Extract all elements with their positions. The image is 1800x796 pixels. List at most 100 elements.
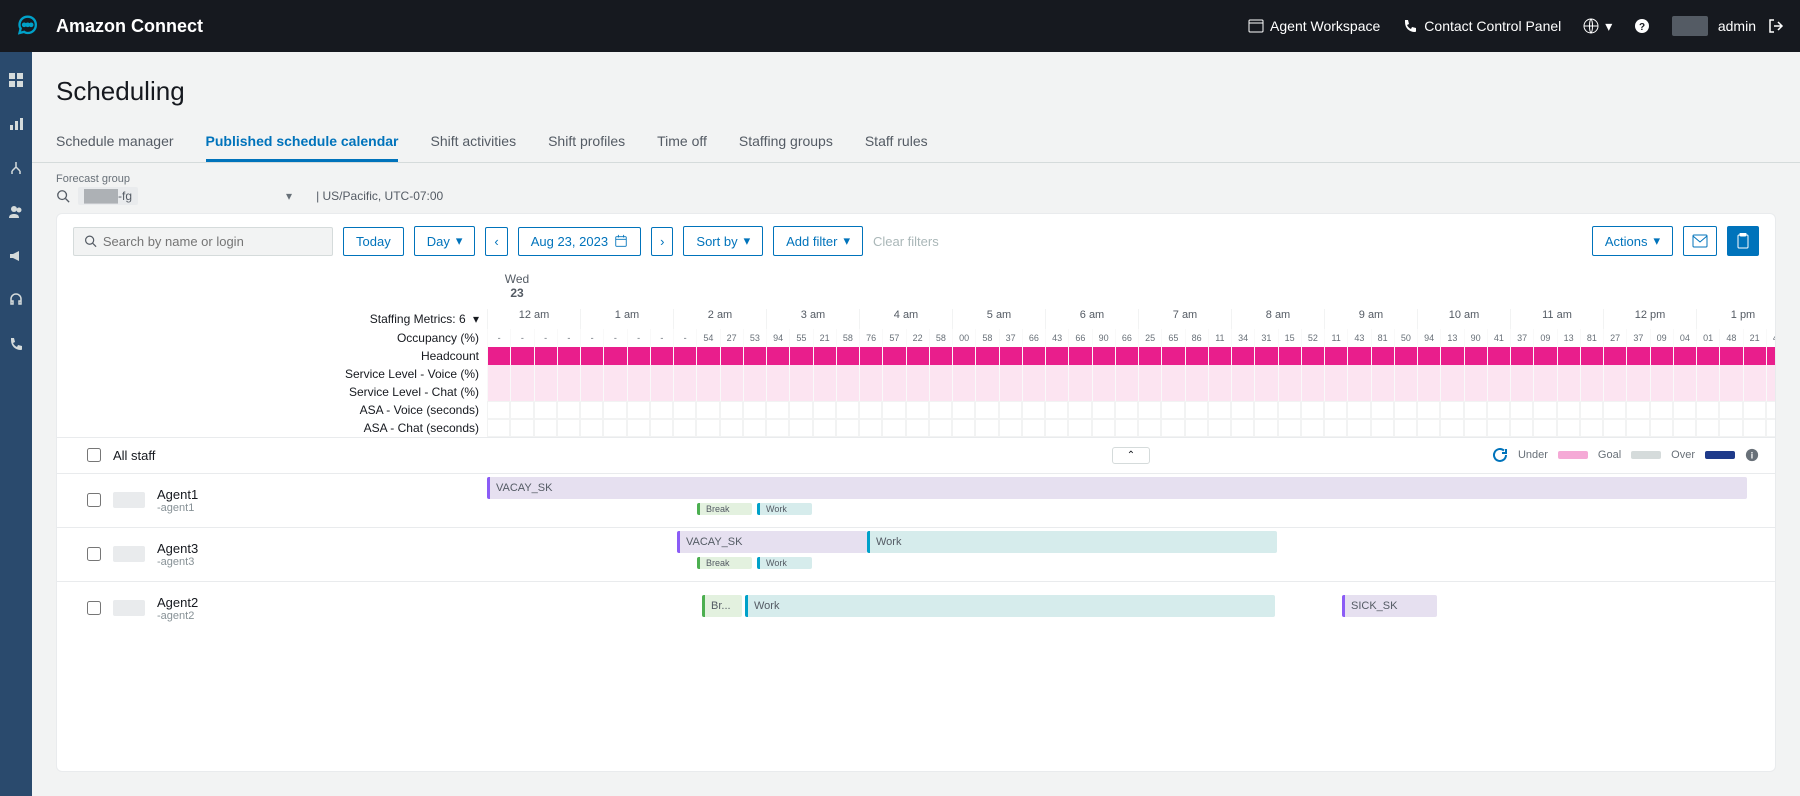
- metric-cell: [1115, 365, 1138, 383]
- routing-icon[interactable]: [8, 160, 24, 176]
- info-icon[interactable]: i: [1745, 448, 1759, 462]
- ccp-label: Contact Control Panel: [1424, 18, 1561, 34]
- analytics-icon[interactable]: [8, 116, 24, 132]
- metric-cell: [1208, 383, 1231, 401]
- agent-timeline: Br...Work SICK_SK: [487, 581, 1775, 635]
- language-selector[interactable]: ▾: [1583, 18, 1612, 35]
- calendar-card: Today Day ▾ ‹ Aug 23, 2023 › Sort by ▾ A…: [56, 213, 1776, 772]
- metric-cell: [1719, 401, 1742, 419]
- mail-button[interactable]: [1683, 226, 1717, 256]
- dashboard-icon[interactable]: [8, 72, 24, 88]
- metric-cell: [1673, 347, 1696, 365]
- metric-cell: [1254, 401, 1277, 419]
- agent-checkbox[interactable]: [87, 601, 101, 615]
- metric-cell: [1347, 383, 1370, 401]
- view-select[interactable]: Day ▾: [414, 226, 476, 256]
- hour-cell: 3 am: [766, 309, 859, 329]
- user-menu[interactable]: admin: [1672, 16, 1784, 36]
- metric-cell: [813, 365, 836, 383]
- tab-shift-activities[interactable]: Shift activities: [430, 123, 516, 162]
- collapse-handle[interactable]: ⌃: [1112, 447, 1150, 464]
- metric-cell: [1371, 383, 1394, 401]
- metric-cell: [1557, 365, 1580, 383]
- metric-cell: [1161, 365, 1184, 383]
- metric-cell: -: [627, 329, 650, 347]
- clear-filters-button[interactable]: Clear filters: [873, 234, 939, 249]
- metric-cell: [1371, 401, 1394, 419]
- tab-shift-profiles[interactable]: Shift profiles: [548, 123, 625, 162]
- today-button[interactable]: Today: [343, 227, 404, 256]
- metric-cell: [1650, 401, 1673, 419]
- metric-cell: [1766, 419, 1775, 437]
- help-link[interactable]: ?: [1634, 18, 1650, 34]
- sort-select[interactable]: Sort by ▾: [683, 226, 763, 256]
- metric-row: ---------5427539455215876572258005837664…: [487, 329, 1775, 347]
- metric-cell: [1650, 365, 1673, 383]
- clipboard-button[interactable]: [1727, 226, 1759, 256]
- date-picker[interactable]: Aug 23, 2023: [518, 227, 641, 256]
- metric-cell: [1719, 383, 1742, 401]
- schedule-bar-work[interactable]: Work: [757, 503, 812, 515]
- metric-cell: [1208, 365, 1231, 383]
- forecast-group-value[interactable]: ████-fg: [78, 187, 138, 205]
- staffing-metrics-toggle[interactable]: Staffing Metrics: 6 ▾: [57, 309, 487, 329]
- logout-icon[interactable]: [1768, 18, 1784, 34]
- schedule-bar-break[interactable]: Break: [697, 503, 752, 515]
- phone-nav-icon[interactable]: [8, 336, 24, 352]
- agent-checkbox[interactable]: [87, 493, 101, 507]
- metric-cell: [557, 347, 580, 365]
- tab-staff-rules[interactable]: Staff rules: [865, 123, 928, 162]
- metric-cell: [720, 383, 743, 401]
- search-icon: [84, 234, 97, 248]
- schedule-bar-work[interactable]: Work: [757, 557, 812, 569]
- all-staff-checkbox[interactable]: [87, 448, 101, 462]
- schedule-bar-vacay[interactable]: VACAY_SK: [487, 477, 1747, 499]
- prev-button[interactable]: ‹: [485, 227, 507, 256]
- users-icon[interactable]: [8, 204, 24, 220]
- tab-staffing-groups[interactable]: Staffing groups: [739, 123, 833, 162]
- metric-cell: [952, 419, 975, 437]
- metric-cell: 94: [1417, 329, 1440, 347]
- metric-cell: [627, 365, 650, 383]
- metric-cell: -: [557, 329, 580, 347]
- metric-cell: 90: [1092, 329, 1115, 347]
- ccp-link[interactable]: Contact Control Panel: [1402, 18, 1561, 34]
- refresh-icon[interactable]: [1492, 447, 1508, 463]
- schedule-bar-break[interactable]: Br...: [702, 595, 742, 617]
- help-icon: ?: [1634, 18, 1650, 34]
- hour-cell: 10 am: [1417, 309, 1510, 329]
- actions-button[interactable]: Actions ▾: [1592, 226, 1673, 256]
- metric-cell: [1696, 419, 1719, 437]
- schedule-bar-sick[interactable]: SICK_SK: [1342, 595, 1437, 617]
- metric-cell: [1022, 383, 1045, 401]
- metric-cell: [696, 365, 719, 383]
- metric-row: [487, 401, 1775, 419]
- metric-cell: [836, 419, 859, 437]
- header-right: Agent Workspace Contact Control Panel ▾ …: [1248, 16, 1784, 36]
- schedule-bar-vacay[interactable]: VACAY_SK: [677, 531, 867, 553]
- chevron-down-icon[interactable]: ▾: [286, 189, 292, 203]
- schedule-bar-work[interactable]: Work: [745, 595, 1275, 617]
- metric-cell: [1185, 401, 1208, 419]
- tab-schedule-manager[interactable]: Schedule manager: [56, 123, 174, 162]
- headset-icon[interactable]: [8, 292, 24, 308]
- tab-time-off[interactable]: Time off: [657, 123, 707, 162]
- schedule-bar-break[interactable]: Break: [697, 557, 752, 569]
- metric-cell: [650, 383, 673, 401]
- metric-cell: [1278, 365, 1301, 383]
- metrics-grid: Staffing Metrics: 6 ▾ Occupancy (%)Headc…: [57, 309, 1775, 437]
- announce-icon[interactable]: [8, 248, 24, 264]
- metric-cell: [929, 365, 952, 383]
- forecast-group-label: Forecast group: [56, 173, 1776, 185]
- schedule-bar-work[interactable]: Work: [867, 531, 1277, 553]
- next-button[interactable]: ›: [651, 227, 673, 256]
- search-input[interactable]: [73, 227, 333, 256]
- tab-published-schedule-calendar[interactable]: Published schedule calendar: [206, 123, 399, 162]
- search-field[interactable]: [103, 234, 322, 249]
- add-filter-button[interactable]: Add filter ▾: [773, 226, 863, 256]
- agent-checkbox[interactable]: [87, 547, 101, 561]
- agent-workspace-link[interactable]: Agent Workspace: [1248, 18, 1380, 34]
- metric-row: [487, 383, 1775, 401]
- metric-cell: [1673, 401, 1696, 419]
- metric-cell: [789, 365, 812, 383]
